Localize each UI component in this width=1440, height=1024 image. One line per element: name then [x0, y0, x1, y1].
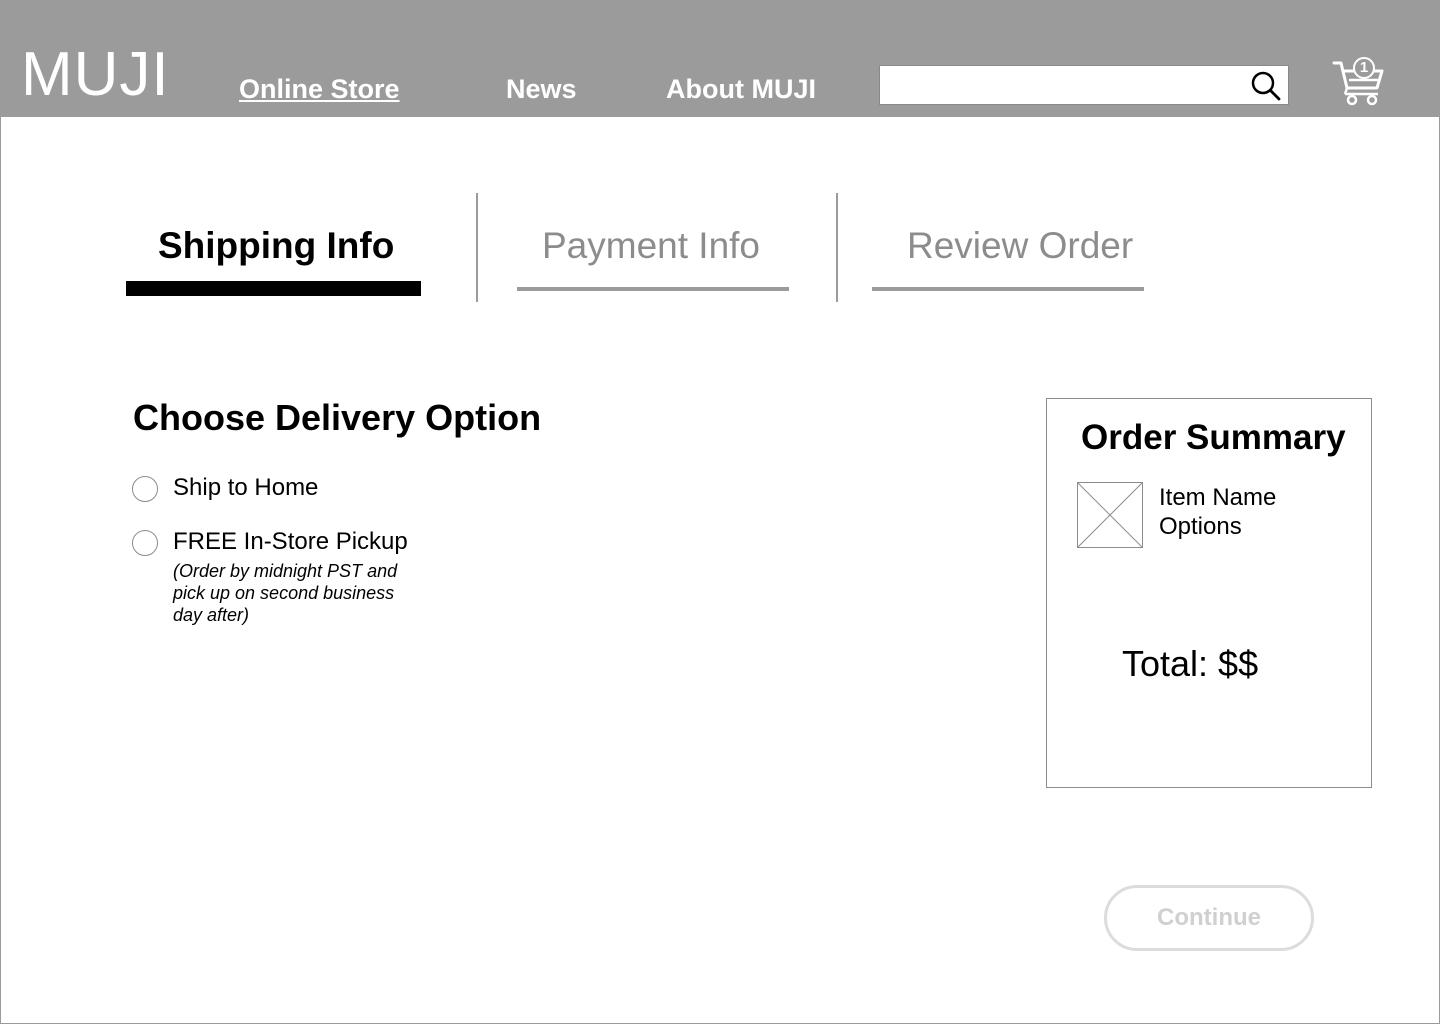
item-name: Item Name: [1159, 484, 1277, 511]
nav-news[interactable]: News: [506, 73, 577, 105]
search-box: [879, 65, 1289, 105]
in-store-pickup-radio[interactable]: [132, 530, 158, 556]
nav-online-store[interactable]: Online Store: [239, 73, 400, 105]
step-shipping-active-bar: [126, 281, 421, 296]
pickup-note: (Order by midnight PST and pick up on se…: [173, 561, 398, 625]
step-payment-bar: [517, 287, 789, 291]
cart-count-badge: 1: [1353, 57, 1375, 79]
cart-button[interactable]: 1: [1331, 55, 1387, 107]
ship-to-home-radio[interactable]: [132, 476, 158, 502]
ship-to-home-label[interactable]: Ship to Home: [173, 474, 318, 502]
checkout-page: MUJI Online Store News About MUJI 1 Ship…: [0, 0, 1440, 1024]
step-review-bar: [872, 287, 1144, 291]
step-payment-info[interactable]: Payment Info: [542, 223, 760, 269]
order-total: Total: $$: [1122, 643, 1259, 684]
muji-logo[interactable]: MUJI: [21, 41, 170, 109]
order-summary-panel: Order Summary Item Name Options Total: $…: [1046, 398, 1372, 788]
top-header: MUJI Online Store News About MUJI 1: [1, 1, 1439, 117]
item-image-placeholder-icon: [1077, 482, 1143, 548]
delivery-section-title: Choose Delivery Option: [133, 397, 542, 438]
nav-about-muji[interactable]: About MUJI: [666, 73, 816, 105]
continue-button[interactable]: Continue: [1104, 885, 1314, 951]
step-review-order[interactable]: Review Order: [907, 223, 1133, 269]
order-summary-title: Order Summary: [1081, 418, 1346, 457]
step-shipping-info[interactable]: Shipping Info: [158, 223, 394, 269]
step-divider: [836, 193, 838, 302]
item-options: Options: [1159, 513, 1242, 540]
step-divider: [476, 193, 478, 302]
search-icon[interactable]: [1250, 70, 1282, 102]
search-input[interactable]: [880, 66, 1250, 104]
in-store-pickup-label[interactable]: FREE In-Store Pickup: [173, 528, 408, 556]
